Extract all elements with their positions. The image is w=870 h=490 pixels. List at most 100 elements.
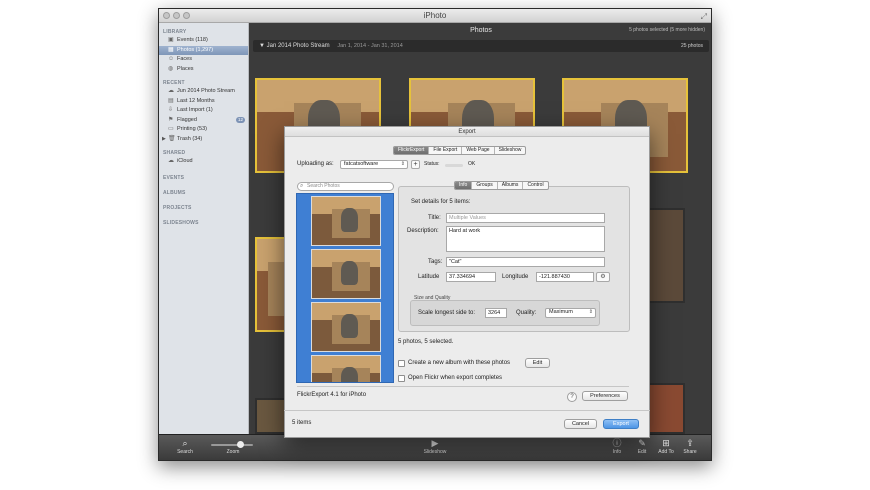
sidebar-item-photos[interactable]: ▦ Photos (1,297)	[159, 45, 248, 55]
uploading-as-label: Uploading as:	[297, 161, 334, 167]
tab-control[interactable]: Control	[523, 182, 547, 189]
sidebar: LIBRARY ▣ Events (118) ▦ Photos (1,297) ☺ F…	[159, 23, 249, 434]
disclosure-down-icon[interactable]: ▼	[259, 43, 265, 49]
share-icon: ⇪	[686, 438, 694, 448]
export-tabs: FlickrExport File Export Web Page Slides…	[393, 146, 527, 155]
add-account-button[interactable]: +	[411, 160, 420, 169]
scale-label: Scale longest side to:	[418, 310, 476, 316]
title-label: Title:	[428, 215, 441, 221]
help-button[interactable]: ?	[567, 392, 577, 402]
edit-toolbar-button[interactable]: ✎ Edit	[629, 437, 655, 455]
sidebar-item-icloud[interactable]: ☁ iCloud	[159, 157, 248, 167]
photo-thumbnail[interactable]	[645, 383, 685, 434]
zoom-track	[211, 444, 253, 446]
window-controls	[163, 12, 190, 19]
desktop: iPhoto ⤢ LIBRARY ▣ Events (118) ▦ Photos (…	[0, 0, 870, 490]
tags-field[interactable]: "Cat"	[446, 257, 605, 267]
set-details-heading: Set details for 5 items:	[411, 199, 471, 205]
create-album-checkbox[interactable]	[398, 360, 405, 367]
zoom-knob[interactable]	[237, 441, 244, 448]
longitude-field[interactable]: -121.887430	[536, 272, 594, 282]
slideshow-button[interactable]: ▶ Slideshow	[422, 437, 448, 455]
cat-photo	[312, 356, 380, 382]
tab-slideshow[interactable]: Slideshow	[495, 147, 526, 154]
description-field[interactable]: Hard at work	[446, 226, 605, 252]
sidebar-item-trash[interactable]: ▶ 🗑 Trash (34)	[159, 135, 248, 145]
list-item[interactable]	[311, 355, 381, 382]
photo-list[interactable]	[296, 193, 394, 383]
zoom-slider[interactable]	[207, 441, 257, 449]
calendar-icon: ▤	[168, 97, 174, 104]
tab-web-page[interactable]: Web Page	[462, 147, 495, 154]
fullscreen-icon[interactable]: ⤢	[701, 10, 707, 24]
scale-field[interactable]: 3264	[485, 308, 507, 318]
dialog-title: Export	[285, 127, 649, 137]
account-select[interactable]: fatcatsoftware ⇕	[340, 160, 408, 169]
sidebar-item-places[interactable]: ◍ Places	[159, 65, 248, 75]
sidebar-header-library: LIBRARY	[163, 29, 187, 35]
disclosure-triangle-icon[interactable]: ▶	[162, 135, 166, 145]
search-photos-field[interactable]: ⌕ Search Photos	[297, 182, 394, 191]
divider	[284, 410, 650, 411]
close-icon[interactable]	[163, 12, 170, 19]
tab-flickrexport[interactable]: FlickrExport	[394, 147, 430, 154]
search-button[interactable]: ⌕ Search	[172, 437, 198, 455]
info-button[interactable]: ⓘ Info	[604, 437, 630, 455]
description-label: Description:	[407, 228, 439, 234]
location-gear-icon[interactable]: ⚙	[596, 272, 610, 282]
chevron-down-icon: ⇕	[400, 161, 405, 167]
tab-groups[interactable]: Groups	[472, 182, 498, 189]
stream-date-range: Jan 1, 2014 - Jan 31, 2014	[337, 43, 403, 49]
list-item[interactable]	[311, 196, 381, 246]
tab-file-export[interactable]: File Export	[429, 147, 463, 154]
sidebar-header-shared: SHARED	[163, 150, 186, 156]
tags-label: Tags:	[428, 259, 443, 265]
minimize-icon[interactable]	[173, 12, 180, 19]
status-indicator	[445, 164, 463, 167]
status-label: Status:	[424, 161, 440, 167]
play-icon: ▶	[431, 438, 439, 448]
sidebar-header-recent: RECENT	[163, 80, 185, 86]
photostream-icon: ☁	[168, 88, 174, 94]
open-flickr-checkbox[interactable]	[398, 375, 405, 382]
events-icon: ▣	[168, 37, 174, 43]
sidebar-header-slideshows[interactable]: SLIDESHOWS	[159, 217, 248, 227]
cancel-button[interactable]: Cancel	[564, 419, 597, 429]
add-to-button[interactable]: ⊞ Add To	[653, 437, 679, 455]
sidebar-item-faces[interactable]: ☺ Faces	[159, 55, 248, 65]
share-button[interactable]: ⇪ Share	[677, 437, 703, 455]
sidebar-item-last-12-months[interactable]: ▤ Last 12 Months	[159, 97, 248, 107]
quality-select[interactable]: Maximum ⇕	[545, 308, 596, 318]
preferences-button[interactable]: Preferences	[582, 391, 628, 401]
sidebar-item-flagged[interactable]: ⚑ Flagged 12	[159, 116, 248, 126]
latitude-field[interactable]: 37.334694	[446, 272, 496, 282]
tab-info[interactable]: Info	[455, 182, 473, 189]
selection-count: 5 photos, 5 selected.	[398, 339, 454, 345]
tab-albums[interactable]: Albums	[498, 182, 524, 189]
latitude-label: Latitude	[418, 274, 440, 280]
stream-photo-count: 25 photos	[681, 43, 703, 49]
sidebar-header-events[interactable]: EVENTS	[159, 172, 248, 182]
title-field[interactable]: Multiple Values	[446, 213, 605, 223]
photostream-header[interactable]: ▼ Jan 2014 Photo Stream Jan 1, 2014 - Ja…	[253, 40, 709, 52]
cat-photo	[312, 303, 380, 351]
sidebar-header-albums[interactable]: ALBUMS	[159, 187, 248, 197]
longitude-label: Longitude	[502, 274, 529, 280]
faces-icon: ☺	[168, 56, 175, 62]
export-button[interactable]: Export	[603, 419, 639, 429]
sidebar-item-events[interactable]: ▣ Events (118)	[159, 36, 248, 46]
list-item[interactable]	[311, 302, 381, 352]
sidebar-item-printing[interactable]: ▭ Printing (53)	[159, 125, 248, 135]
zoom-window-icon[interactable]	[183, 12, 190, 19]
sidebar-header-projects[interactable]: PROJECTS	[159, 202, 248, 212]
edit-album-button[interactable]: Edit	[525, 358, 550, 368]
photo-thumbnail[interactable]	[645, 208, 685, 303]
info-tabs: Info Groups Albums Control	[454, 181, 549, 190]
open-flickr-label: Open Flickr when export completes	[408, 375, 503, 381]
search-icon: ⌕	[300, 183, 304, 189]
create-album-label: Create a new album with these photos	[408, 360, 511, 366]
sidebar-item-photostream[interactable]: ☁ Jun 2014 Photo Stream	[159, 87, 248, 97]
sidebar-item-last-import[interactable]: ⇩ Last Import (1)	[159, 106, 248, 116]
print-icon: ▭	[168, 126, 174, 132]
list-item[interactable]	[311, 249, 381, 299]
